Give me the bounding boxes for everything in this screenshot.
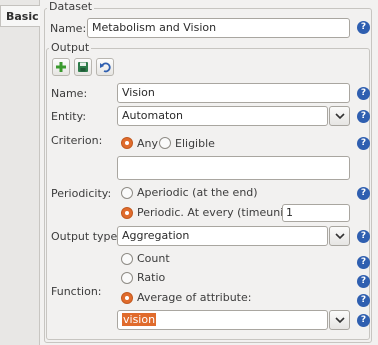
output-group-title: Output [49,41,92,54]
function-count-label[interactable]: Count [137,252,170,266]
output-name-input[interactable]: Vision [117,83,350,103]
dataset-name-label: Name: [50,22,87,35]
criterion-any-label[interactable]: Any [137,137,158,151]
attribute-dropdown-button[interactable] [329,310,350,330]
criterion-expression-field[interactable] [117,156,350,180]
attribute-value-selection: vision [122,313,157,326]
save-output-button[interactable] [74,58,92,76]
attribute-select[interactable]: vision [117,310,328,330]
tab-basic[interactable]: Basic [0,5,40,27]
add-output-button[interactable] [52,58,70,76]
output-type-dropdown-button[interactable] [329,226,350,246]
entity-dropdown-button[interactable] [329,106,350,126]
save-icon [78,62,88,72]
periodicity-timeunits-input[interactable]: 1 [282,204,350,222]
periodicity-aperiodic-radio[interactable] [121,187,133,199]
entity-select[interactable]: Automaton [117,106,328,126]
help-icon[interactable]: ? [357,87,370,100]
periodicity-periodic-radio[interactable] [121,207,133,219]
periodicity-label: Periodicity: [51,187,112,200]
chevron-down-icon [334,316,345,323]
criterion-label: Criterion: [51,134,103,147]
help-icon[interactable]: ? [357,275,370,288]
periodicity-periodic-label[interactable]: Periodic. At every (timeunits): [137,206,301,220]
help-icon[interactable]: ? [357,230,370,243]
chevron-down-icon [334,112,345,119]
chevron-down-icon [334,232,345,239]
output-type-select[interactable]: Aggregation [117,226,328,246]
help-icon[interactable]: ? [357,294,370,307]
undo-icon [100,62,111,73]
criterion-eligible-label[interactable]: Eligible [175,137,215,151]
criterion-eligible-radio[interactable] [159,137,171,149]
function-average-label[interactable]: Average of attribute: [137,291,251,305]
help-icon[interactable]: ? [357,314,370,327]
periodicity-aperiodic-label[interactable]: Aperiodic (at the end) [137,186,258,200]
function-average-radio[interactable] [121,292,133,304]
help-icon[interactable]: ? [357,110,370,123]
function-count-radio[interactable] [121,253,133,265]
dataset-name-input[interactable]: Metabolism and Vision [87,18,350,38]
function-ratio-label[interactable]: Ratio [137,271,165,285]
function-ratio-radio[interactable] [121,272,133,284]
help-icon[interactable]: ? [357,137,370,150]
criterion-any-radio[interactable] [121,137,133,149]
plus-icon [56,62,66,72]
help-icon[interactable]: ? [357,187,370,200]
function-label: Function: [51,285,102,298]
output-type-label: Output type: [51,230,121,243]
tab-strip [0,0,40,345]
help-icon[interactable]: ? [357,21,370,34]
output-name-label: Name: [51,87,88,100]
help-icon[interactable]: ? [357,256,370,269]
undo-button[interactable] [96,58,114,76]
dataset-group-title: Dataset [47,0,95,13]
entity-label: Entity: [51,110,87,123]
